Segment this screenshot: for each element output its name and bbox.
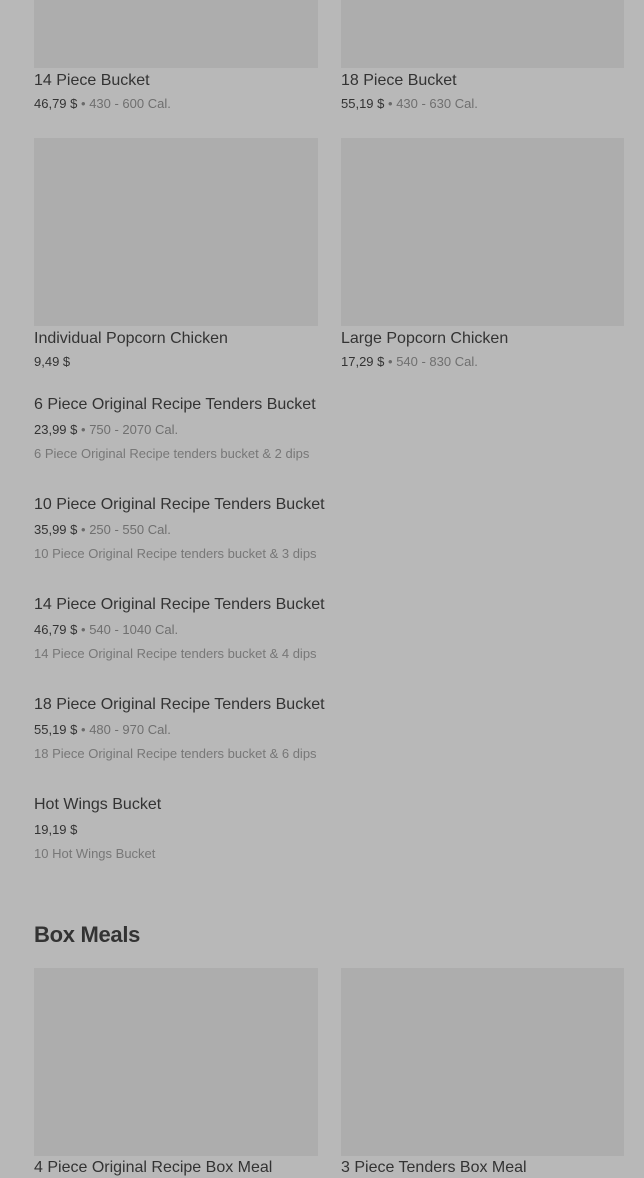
item-price: 55,19 $: [341, 96, 385, 111]
item-description: 18 Piece Original Recipe tenders bucket …: [34, 746, 317, 761]
separator-dot: •: [388, 96, 393, 111]
item-price-line: 46,79 $ • 540 - 1040 Cal.: [34, 622, 178, 638]
item-price: 19,19 $: [34, 822, 78, 837]
item-price-line: 19,19 $: [34, 822, 77, 838]
item-calories: 540 - 830 Cal.: [396, 354, 478, 369]
item-title[interactable]: 14 Piece Bucket: [34, 71, 150, 91]
item-price: 17,29 $: [341, 354, 385, 369]
item-calories: 750 - 2070 Cal.: [89, 422, 179, 437]
item-calories: 430 - 600 Cal.: [89, 96, 171, 111]
item-price-line: 35,99 $ • 250 - 550 Cal.: [34, 522, 171, 538]
item-price-line: 17,29 $ • 540 - 830 Cal.: [341, 354, 478, 370]
item-image[interactable]: [34, 0, 318, 68]
item-title[interactable]: 6 Piece Original Recipe Tenders Bucket: [34, 395, 316, 415]
item-price-line: 55,19 $ • 430 - 630 Cal.: [341, 96, 478, 112]
item-title[interactable]: 10 Piece Original Recipe Tenders Bucket: [34, 495, 325, 515]
item-title[interactable]: 18 Piece Bucket: [341, 71, 457, 91]
item-price: 9,49 $: [34, 354, 71, 369]
item-calories: 250 - 550 Cal.: [89, 522, 171, 537]
separator-dot: •: [81, 522, 86, 537]
separator-dot: •: [81, 96, 86, 111]
item-price-line: 46,79 $ • 430 - 600 Cal.: [34, 96, 171, 112]
item-image[interactable]: [34, 138, 318, 326]
item-price: 35,99 $: [34, 522, 78, 537]
item-image[interactable]: [34, 968, 318, 1156]
item-price: 23,99 $: [34, 422, 78, 437]
section-heading: Box Meals: [34, 922, 141, 947]
item-calories: 540 - 1040 Cal.: [89, 622, 179, 637]
item-description: 14 Piece Original Recipe tenders bucket …: [34, 646, 317, 661]
item-image[interactable]: [341, 968, 624, 1156]
item-image[interactable]: [341, 0, 624, 68]
item-image[interactable]: [341, 138, 624, 326]
item-title[interactable]: 3 Piece Tenders Box Meal: [341, 1158, 527, 1178]
item-calories: 480 - 970 Cal.: [89, 722, 171, 737]
item-description: 10 Piece Original Recipe tenders bucket …: [34, 546, 317, 561]
item-price-line: 9,49 $: [34, 354, 70, 370]
item-price-line: 55,19 $ • 480 - 970 Cal.: [34, 722, 171, 738]
item-price: 55,19 $: [34, 722, 78, 737]
item-title[interactable]: 4 Piece Original Recipe Box Meal: [34, 1158, 272, 1178]
item-description: 6 Piece Original Recipe tenders bucket &…: [34, 446, 310, 461]
item-title[interactable]: 18 Piece Original Recipe Tenders Bucket: [34, 695, 325, 715]
item-calories: 430 - 630 Cal.: [396, 96, 478, 111]
item-title[interactable]: Individual Popcorn Chicken: [34, 329, 228, 349]
item-description: 10 Hot Wings Bucket: [34, 846, 156, 861]
separator-dot: •: [81, 722, 86, 737]
item-price-line: 23,99 $ • 750 - 2070 Cal.: [34, 422, 178, 438]
separator-dot: •: [81, 622, 86, 637]
item-title[interactable]: 14 Piece Original Recipe Tenders Bucket: [34, 595, 325, 615]
item-title[interactable]: Hot Wings Bucket: [34, 795, 161, 815]
separator-dot: •: [388, 354, 393, 369]
item-price: 46,79 $: [34, 622, 78, 637]
item-title[interactable]: Large Popcorn Chicken: [341, 329, 508, 349]
separator-dot: •: [81, 422, 86, 437]
item-price: 46,79 $: [34, 96, 78, 111]
